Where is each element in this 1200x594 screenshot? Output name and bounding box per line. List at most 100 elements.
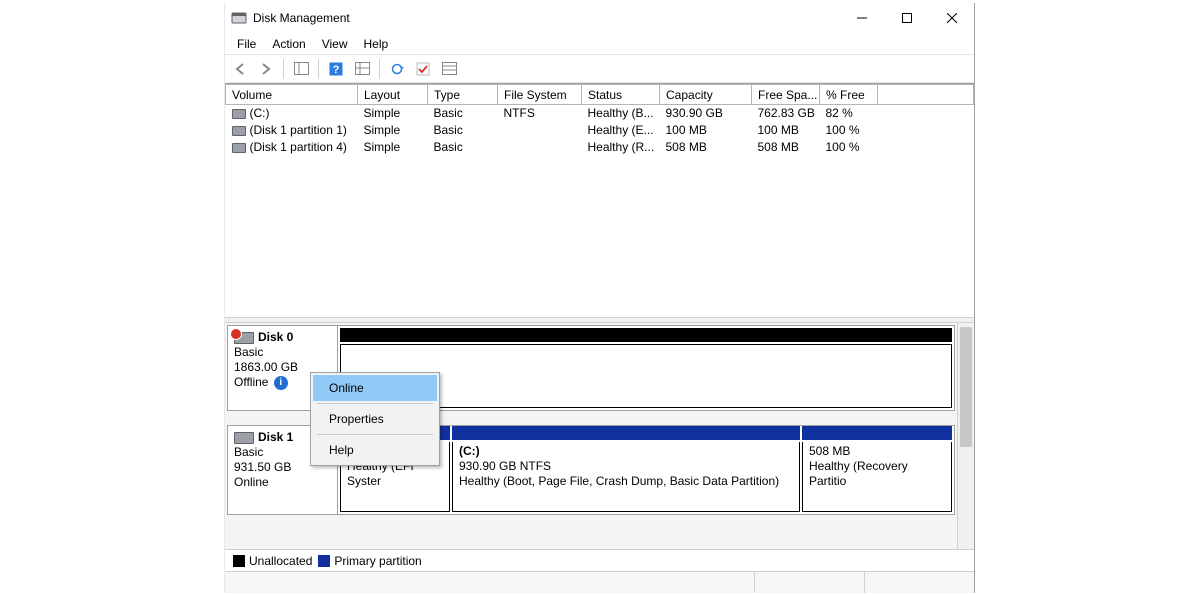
col-layout[interactable]: Layout [358,85,428,105]
cell-pctfree: 100 % [820,139,878,156]
info-icon[interactable]: i [274,376,288,390]
close-button[interactable] [929,3,974,33]
cell-capacity: 100 MB [660,122,752,139]
part-title: (C:) [459,444,793,459]
menu-help[interactable]: Help [356,35,397,53]
app-icon [231,10,247,26]
cell-type: Basic [428,122,498,139]
statusbar-cell [864,572,974,593]
cell-volume: (C:) [250,106,270,120]
cell-layout: Simple [358,139,428,156]
maximize-button[interactable] [884,3,929,33]
swatch-primary [318,555,330,567]
part-status: Healthy (Boot, Page File, Crash Dump, Ba… [459,474,793,489]
cell-pctfree: 82 % [820,105,878,122]
disk-management-window: Disk Management File Action View Help ? [224,3,975,593]
window-title: Disk Management [253,11,839,25]
cell-capacity: 508 MB [660,139,752,156]
show-hide-icon[interactable] [290,58,312,80]
cell-layout: Simple [358,105,428,122]
menu-action[interactable]: Action [264,35,313,53]
legend-primary: Primary partition [334,554,421,568]
list-icon[interactable] [438,58,460,80]
cell-free: 508 MB [752,139,820,156]
context-help[interactable]: Help [313,437,437,463]
volume-icon [232,109,246,119]
statusbar-cell [754,572,864,593]
part-size: 930.90 GB NTFS [459,459,793,474]
cell-layout: Simple [358,122,428,139]
disk1-part2[interactable]: 508 MB Healthy (Recovery Partitio [802,442,952,512]
swatch-unallocated [233,555,245,567]
cell-fs: NTFS [498,105,582,122]
menu-view[interactable]: View [314,35,356,53]
back-icon[interactable] [229,58,251,80]
col-filesystem[interactable]: File System [498,85,582,105]
context-properties[interactable]: Properties [313,406,437,432]
context-separator [317,403,433,404]
legend: Unallocated Primary partition [225,549,974,571]
context-separator [317,434,433,435]
volume-icon [232,143,246,153]
disk1-part1[interactable]: (C:) 930.90 GB NTFS Healthy (Boot, Page … [452,442,800,512]
table-row[interactable]: (Disk 1 partition 1) Simple Basic Health… [226,122,974,139]
toolbar-separator [379,59,380,79]
part-size: 508 MB [809,444,945,459]
svg-text:?: ? [333,64,340,76]
cell-volume: (Disk 1 partition 1) [250,123,347,137]
col-status[interactable]: Status [582,85,660,105]
cell-fs [498,139,582,156]
col-type[interactable]: Type [428,85,498,105]
menubar: File Action View Help [225,33,974,55]
col-spacer [878,85,974,105]
table-row[interactable]: (Disk 1 partition 4) Simple Basic Health… [226,139,974,156]
primary-stripe [802,426,952,440]
cell-fs [498,122,582,139]
volume-icon [232,126,246,136]
cell-type: Basic [428,139,498,156]
table-row[interactable]: (C:) Simple Basic NTFS Healthy (B... 930… [226,105,974,122]
part-status: Healthy (Recovery Partitio [809,459,945,489]
legend-unallocated: Unallocated [249,554,312,568]
volume-table: Volume Layout Type File System Status Ca… [225,84,974,156]
col-pctfree[interactable]: % Free [820,85,878,105]
context-online[interactable]: Online [313,375,437,401]
disk0-title: Disk 0 [258,330,293,344]
col-freespace[interactable]: Free Spa... [752,85,820,105]
cell-pctfree: 100 % [820,122,878,139]
apply-icon[interactable] [412,58,434,80]
help-icon[interactable]: ? [325,58,347,80]
disk0-type: Basic [234,345,331,360]
col-volume[interactable]: Volume [226,85,358,105]
refresh-icon[interactable] [386,58,408,80]
unallocated-stripe [340,328,952,342]
cell-status: Healthy (E... [582,122,660,139]
cell-capacity: 930.90 GB [660,105,752,122]
cell-free: 100 MB [752,122,820,139]
menu-file[interactable]: File [229,35,264,53]
toolbar-separator [283,59,284,79]
disk1-title: Disk 1 [258,430,293,444]
toolbar: ? [225,55,974,83]
context-menu: Online Properties Help [310,372,440,466]
cell-status: Healthy (R... [582,139,660,156]
disk0-status: Offline [234,375,268,389]
cell-type: Basic [428,105,498,122]
disk-icon [234,432,254,444]
volume-list[interactable]: Volume Layout Type File System Status Ca… [225,83,974,317]
window-controls [839,3,974,33]
primary-stripe [452,426,800,440]
forward-icon[interactable] [255,58,277,80]
vertical-scrollbar[interactable] [957,323,974,549]
disk1-status: Online [234,475,331,490]
col-capacity[interactable]: Capacity [660,85,752,105]
settings-panel-icon[interactable] [351,58,373,80]
toolbar-separator [318,59,319,79]
scrollbar-thumb[interactable] [960,327,972,447]
disk-error-icon [234,332,254,344]
minimize-button[interactable] [839,3,884,33]
cell-free: 762.83 GB [752,105,820,122]
cell-volume: (Disk 1 partition 4) [250,140,347,154]
statusbar [225,571,974,593]
table-header-row: Volume Layout Type File System Status Ca… [226,85,974,105]
